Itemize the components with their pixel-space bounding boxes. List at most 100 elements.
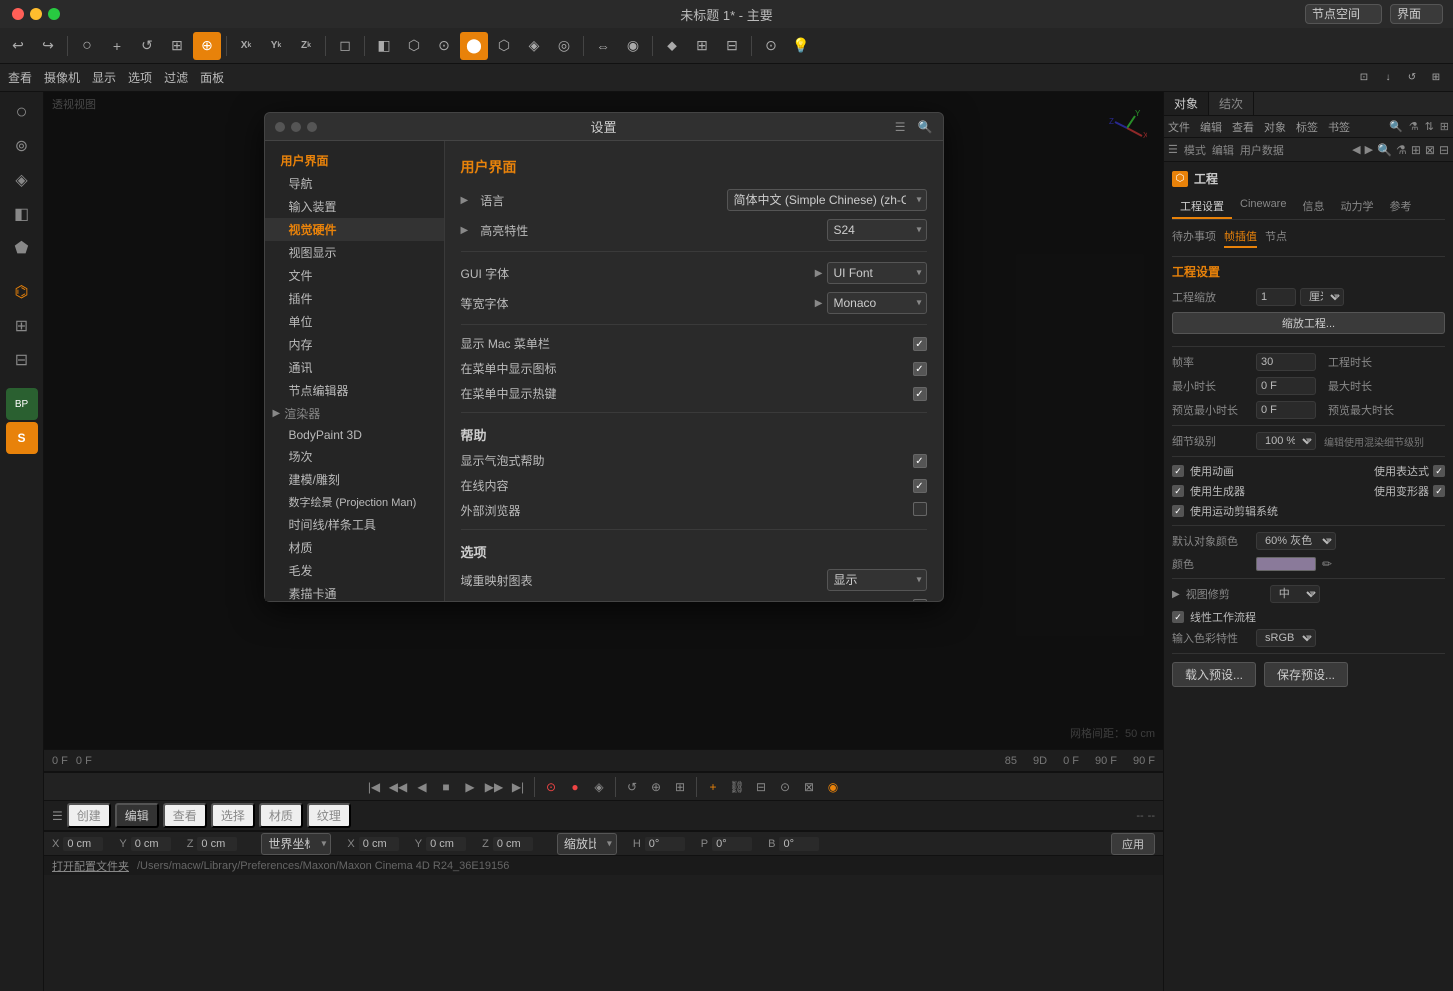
tab-info[interactable]: 信息: [1294, 195, 1332, 219]
sidebar-renderer-section[interactable]: ▶渲染器: [265, 402, 444, 425]
key-btn-2[interactable]: ◈: [588, 776, 610, 798]
sidebar-view-display[interactable]: 视图显示: [265, 241, 444, 264]
array-tool[interactable]: ⊞: [688, 32, 716, 60]
gui-font-select[interactable]: UI Font: [827, 262, 927, 284]
tab-texture[interactable]: 纹理: [307, 803, 351, 828]
highlight-select[interactable]: S24: [827, 219, 927, 241]
side-tool-2[interactable]: ⊚: [6, 130, 38, 162]
side-tool-4[interactable]: ◧: [6, 198, 38, 230]
sidebar-node-editor[interactable]: 节点编辑器: [265, 379, 444, 402]
min-input[interactable]: [1256, 377, 1316, 395]
search-icon-right[interactable]: 🔍: [1389, 120, 1403, 133]
render-btn[interactable]: ⊙: [774, 776, 796, 798]
filter-icon[interactable]: ⚗: [1409, 120, 1419, 133]
menu-view[interactable]: 查看: [8, 69, 32, 86]
bookmark-btn[interactable]: ⊟: [750, 776, 772, 798]
rotate-tool[interactable]: Zk: [292, 32, 320, 60]
side-substance[interactable]: S: [6, 422, 38, 454]
apply-button[interactable]: 应用: [1111, 833, 1155, 855]
tab-select[interactable]: 选择: [211, 803, 255, 828]
redo-button[interactable]: ↪: [34, 32, 62, 60]
subtab-frame-interp[interactable]: 帧插值: [1224, 228, 1257, 248]
dialog-menu-icon[interactable]: ☰: [895, 120, 906, 134]
sidebar-modeling[interactable]: 建模/雕刻: [265, 468, 444, 491]
play-end[interactable]: ▶|: [507, 776, 529, 798]
prop-extra-icon[interactable]: ⊞: [1411, 143, 1421, 157]
prop-extra-icon-3[interactable]: ⊟: [1439, 143, 1449, 157]
plus-key-btn[interactable]: +: [702, 776, 724, 798]
active-tool[interactable]: ⬤: [460, 32, 488, 60]
menu-view[interactable]: 查看: [1232, 119, 1254, 135]
prop-search-icon[interactable]: 🔍: [1377, 143, 1392, 157]
sidebar-projection[interactable]: 数字绘景 (Projection Man): [265, 491, 444, 513]
tab-project-settings[interactable]: 工程设置: [1172, 195, 1232, 219]
sidebar-file[interactable]: 文件: [265, 264, 444, 287]
subtab-nodes[interactable]: 节点: [1265, 228, 1287, 248]
scale-input[interactable]: [1256, 288, 1296, 306]
menu-camera[interactable]: 摄像机: [44, 69, 80, 86]
tab-view[interactable]: 查看: [163, 803, 207, 828]
move-tool[interactable]: Xk: [232, 32, 260, 60]
save-preset-btn[interactable]: 保存预设...: [1264, 662, 1348, 687]
panel-icon[interactable]: ⊞: [1440, 120, 1449, 133]
cursor-tool[interactable]: ⊕: [193, 32, 221, 60]
scale-tool[interactable]: Yk: [262, 32, 290, 60]
extra-btn[interactable]: ⊕: [645, 776, 667, 798]
online-content-check[interactable]: [913, 479, 927, 493]
sidebar-timeline[interactable]: 时间线/样条工具: [265, 513, 444, 536]
menu-filter[interactable]: 过滤: [164, 69, 188, 86]
side-tool-1[interactable]: ○: [6, 96, 38, 128]
close-button[interactable]: [12, 8, 24, 20]
record-btn[interactable]: ⊙: [757, 32, 785, 60]
menu-display[interactable]: 显示: [92, 69, 116, 86]
prop-fwd-btn[interactable]: ▶: [1365, 143, 1373, 156]
link-btn[interactable]: ⛓: [726, 776, 748, 798]
tab-material[interactable]: 材质: [259, 803, 303, 828]
fracture-tool[interactable]: ⊟: [718, 32, 746, 60]
tab-cineware[interactable]: Cineware: [1232, 195, 1294, 219]
tab-object[interactable]: 对象: [1164, 92, 1209, 115]
play-prev[interactable]: ◀◀: [387, 776, 409, 798]
sidebar-material[interactable]: 材质: [265, 536, 444, 559]
use-gen-check[interactable]: [1172, 485, 1184, 497]
preview-min-input[interactable]: [1256, 401, 1316, 419]
menu-file[interactable]: 文件: [1168, 119, 1190, 135]
maximize-button[interactable]: [48, 8, 60, 20]
sort-icon[interactable]: ⇅: [1425, 120, 1434, 133]
menu-bookmarks[interactable]: 书签: [1328, 119, 1350, 135]
color-btn[interactable]: ◉: [822, 776, 844, 798]
prop-edit-label[interactable]: 编辑: [1212, 142, 1234, 158]
bottom-menu-icon[interactable]: ☰: [52, 809, 63, 823]
sidebar-takes[interactable]: 场次: [265, 445, 444, 468]
settings-btn[interactable]: ⊠: [798, 776, 820, 798]
deform-tool[interactable]: ◎: [550, 32, 578, 60]
domain-mapping-select[interactable]: 显示: [827, 569, 927, 591]
open-config-link[interactable]: 打开配置文件夹: [52, 858, 129, 874]
language-select[interactable]: 简体中文 (Simple Chinese) (zh-CN): [727, 189, 927, 211]
sidebar-unit[interactable]: 单位: [265, 310, 444, 333]
side-tool-8[interactable]: ⊟: [6, 344, 38, 376]
viewport-icon-1[interactable]: ⊡: [1355, 69, 1373, 87]
material-tool[interactable]: ⬥: [658, 32, 686, 60]
color-swatch[interactable]: [1256, 557, 1316, 571]
scale-project-btn[interactable]: 缩放工程...: [1172, 312, 1445, 334]
cube-tool[interactable]: ⬡: [400, 32, 428, 60]
use-display-check[interactable]: [1433, 465, 1445, 477]
sidebar-sketch[interactable]: 素描卡通: [265, 582, 444, 601]
menu-edit[interactable]: 编辑: [1200, 119, 1222, 135]
sidebar-navigation[interactable]: 导航: [265, 172, 444, 195]
mono-font-select[interactable]: Monaco: [827, 292, 927, 314]
side-tool-7[interactable]: ⊞: [6, 310, 38, 342]
side-bodypaint[interactable]: BP: [6, 388, 38, 420]
scale-unit-select[interactable]: 厘米: [1300, 288, 1344, 306]
viewport-area[interactable]: 透视视图 X Y Z 设置: [44, 92, 1163, 749]
input-color-select[interactable]: sRGB: [1256, 629, 1316, 647]
menu-panel[interactable]: 面板: [200, 69, 224, 86]
default-color-select[interactable]: 60% 灰色: [1256, 532, 1336, 550]
play-back[interactable]: ◀: [411, 776, 433, 798]
show-hotkeys-check[interactable]: [913, 387, 927, 401]
interface-dropdown[interactable]: 界面: [1390, 4, 1443, 24]
view-correction-select[interactable]: 中: [1270, 585, 1320, 603]
color-picker-btn[interactable]: ✏: [1320, 557, 1334, 571]
linear-check[interactable]: [1172, 611, 1184, 623]
